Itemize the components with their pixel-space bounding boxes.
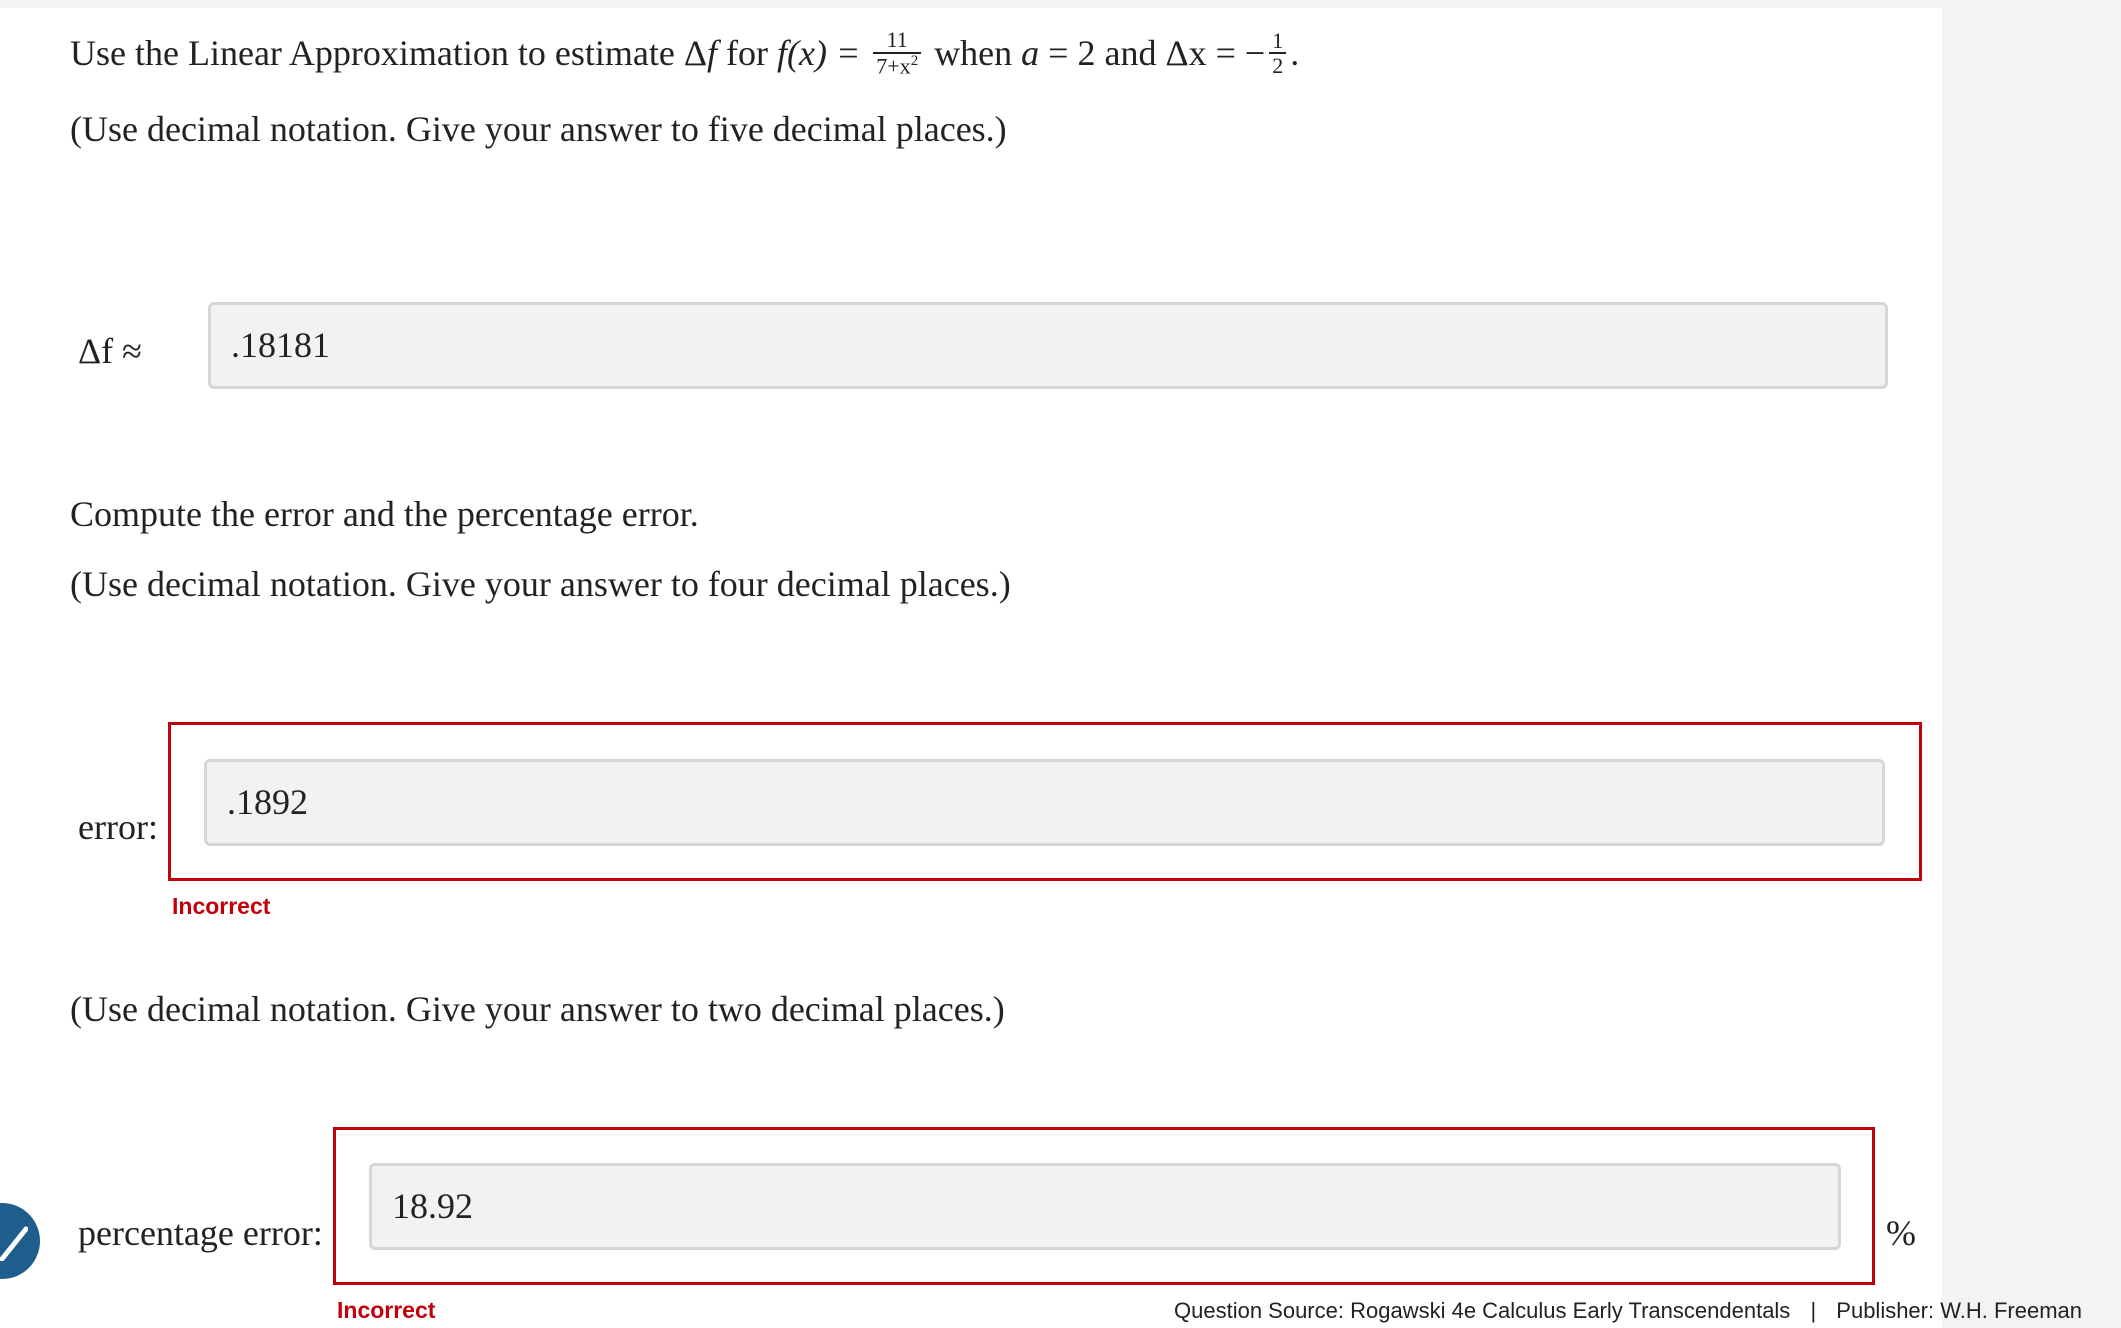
delta-x: Δx xyxy=(1165,33,1207,73)
question-intro: Use the Linear Approximation to estimate xyxy=(70,33,675,73)
delta-symbol: Δ xyxy=(683,33,708,73)
percentage-error-status: Incorrect xyxy=(337,1297,436,1323)
when-word: when xyxy=(934,33,1013,73)
question-source: Question Source: Rogawski 4e Calculus Ea… xyxy=(1174,1298,2082,1324)
fraction-numerator: 11 xyxy=(873,28,922,54)
percentage-error-label: percentage error: xyxy=(78,1213,323,1253)
percent-unit: % xyxy=(1886,1213,1916,1253)
instruction-two-decimals: (Use decimal notation. Give your answer … xyxy=(70,989,1005,1029)
f-variable: f xyxy=(707,33,718,73)
instruction-four-decimals: (Use decimal notation. Give your answer … xyxy=(70,564,1011,604)
source-text: Question Source: Rogawski 4e Calculus Ea… xyxy=(1174,1298,1791,1323)
delta-x-fraction: 12 xyxy=(1269,29,1287,77)
instruction-five-decimals: (Use decimal notation. Give your answer … xyxy=(70,109,1007,149)
function-fraction: 11 7+x2 xyxy=(873,28,922,78)
footer-separator: | xyxy=(1810,1298,1817,1323)
checkmark-icon xyxy=(0,1226,28,1261)
fraction-denominator: 7+x2 xyxy=(876,52,919,78)
a-value: = 2 and xyxy=(1048,33,1157,73)
error-status: Incorrect xyxy=(172,893,271,919)
percentage-error-input[interactable]: 18.92 xyxy=(369,1163,1841,1250)
delta-x-equals: = − xyxy=(1215,33,1266,73)
right-gutter xyxy=(1942,0,2121,1328)
publisher-text: Publisher: W.H. Freeman xyxy=(1836,1298,2083,1323)
delta-f-label: Δf ≈ xyxy=(78,331,142,371)
function-lhs: f(x) = xyxy=(777,33,861,73)
question-statement: Use the Linear Approximation to estimate… xyxy=(70,28,1300,81)
error-prompt: Compute the error and the percentage err… xyxy=(70,494,699,534)
for-word: for xyxy=(726,33,769,73)
error-input[interactable]: .1892 xyxy=(204,759,1885,846)
delta-f-input[interactable]: .18181 xyxy=(208,302,1888,389)
a-variable: a xyxy=(1021,33,1040,73)
error-label: error: xyxy=(78,807,158,847)
period: . xyxy=(1290,33,1300,73)
